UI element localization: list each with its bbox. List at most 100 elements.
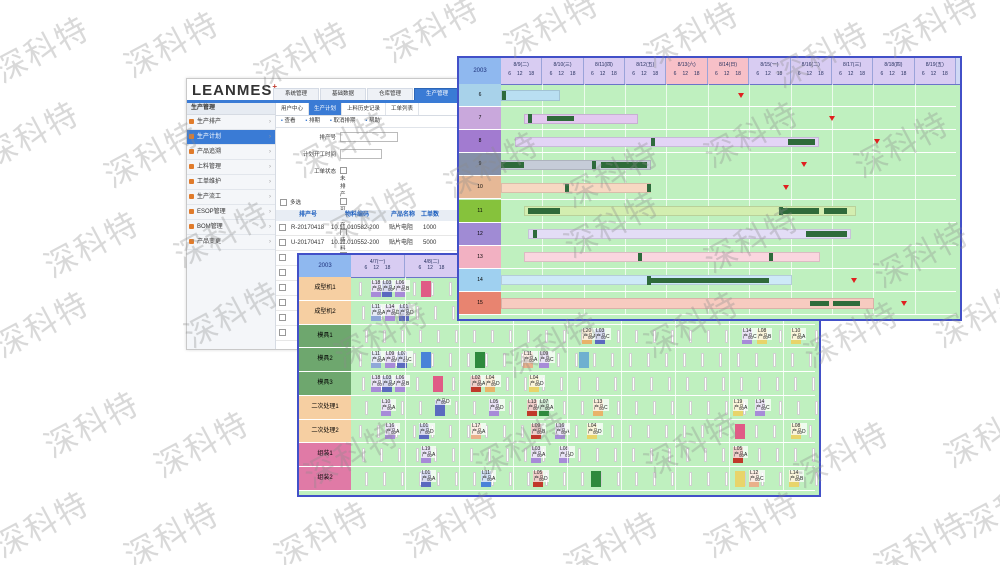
sidebar-item-label: 生产排产 [197, 119, 222, 125]
table-header-check [276, 210, 288, 221]
idle-slot [359, 282, 362, 296]
sidebar-item[interactable]: 上料管理 › [187, 160, 275, 175]
task-text: L04 产品D [485, 375, 501, 388]
day-label: 8/18(四) [884, 62, 903, 68]
order-bar[interactable] [523, 113, 638, 124]
idle-slot [791, 353, 794, 368]
order-marker [778, 206, 783, 216]
idle-slot [725, 472, 728, 486]
hour-label: 18 [942, 71, 948, 77]
day-header: 8/16(二) 6 12 18 [790, 58, 832, 84]
order-gantt-panel: 2003 8/9(二) 6 12 18 8/10(三) 6 12 18 8/11(四) 6 12 18… [457, 56, 962, 321]
tab[interactable]: 生产计划 [309, 103, 343, 115]
task-text: L05 产品A [733, 446, 749, 459]
task-product: 产品A [482, 476, 496, 483]
tab[interactable]: 上料历史记录 [342, 103, 387, 115]
row-checkbox[interactable] [279, 253, 286, 261]
row-checkbox[interactable] [279, 313, 286, 321]
toolbar-button[interactable]: 帮助 [361, 116, 386, 127]
row-divider [501, 290, 956, 292]
chevron-right-icon: › [269, 239, 271, 245]
tab[interactable]: 用户中心 [276, 103, 310, 115]
task-text: L06 产品B [395, 375, 411, 388]
row-divider [501, 106, 956, 108]
row-checkbox[interactable] [279, 268, 286, 276]
order-label: 9 [459, 153, 501, 177]
sidebar-item-label: 产品变更 [197, 239, 222, 245]
idle-slot [722, 377, 725, 391]
order-bar[interactable] [528, 229, 852, 240]
hour-label: 12 [930, 71, 937, 77]
order-bar[interactable] [501, 90, 561, 101]
hour-ticks: 6 12 18 [791, 71, 831, 77]
watermark-text: 深科特 [117, 494, 226, 565]
multi-select-label: 多选 [290, 200, 302, 206]
order-bar[interactable] [501, 182, 652, 194]
idle-slot [611, 424, 614, 439]
plan-time-input[interactable] [340, 149, 382, 159]
idle-slot [797, 400, 800, 415]
toolbar-button[interactable]: 排期 [301, 116, 326, 127]
row-checkbox[interactable] [279, 238, 286, 246]
toolbar-button[interactable]: 取消排期 [325, 116, 361, 127]
idle-slot [779, 472, 782, 486]
row-checkbox[interactable] [279, 298, 286, 306]
order-bar[interactable] [514, 136, 820, 147]
hour-label: 12 [847, 71, 854, 77]
idle-slot [812, 377, 815, 391]
status-checkbox[interactable] [340, 198, 347, 205]
task-product: 产品A [792, 333, 806, 340]
sidebar-item[interactable]: ESOP管理 › [187, 205, 275, 220]
row-checkbox[interactable] [279, 328, 286, 336]
hour-label: 18 [652, 71, 659, 77]
sidebar-item[interactable]: 生产流工 › [187, 190, 275, 205]
due-date-marker-icon [737, 92, 744, 98]
task-text: L09 产品C [539, 351, 555, 364]
hour-label: 12 [889, 71, 895, 77]
tab[interactable]: 工单列表 [386, 103, 420, 115]
idle-slot [434, 305, 437, 320]
menu-icon [189, 179, 194, 184]
sidebar-item[interactable]: 生产计划 › [187, 130, 275, 145]
toolbar-button[interactable]: 查看 [276, 116, 301, 127]
task-product: 产品A [372, 357, 386, 364]
sidebar-item[interactable]: 产品追溯 › [187, 145, 275, 160]
row-checkbox[interactable] [279, 223, 286, 231]
table-row[interactable]: R-20170418 10.11.010582-200 贴片电阻 1000 [276, 221, 487, 236]
sidebar-item[interactable]: 产品变更 › [187, 235, 275, 250]
idle-slot [725, 329, 728, 344]
order-bar[interactable] [523, 252, 820, 263]
day-label: 8/10(三) [553, 62, 572, 68]
idle-slot [815, 329, 818, 344]
idle-slot [509, 400, 512, 415]
task-product: 产品B [790, 476, 804, 483]
idle-slot [431, 353, 434, 368]
day-label: 8/9(二) [513, 62, 529, 68]
day-header: 8/15(一) 6 12 18 [749, 58, 791, 84]
idle-slot [701, 353, 704, 368]
order-marker [651, 137, 656, 146]
multi-select[interactable]: 多选 [280, 198, 302, 207]
task-bar [735, 423, 745, 440]
sidebar-item[interactable]: 工单维护 › [187, 175, 275, 190]
table-row[interactable]: U-20170417 10.11.010552-200 贴片电阻 5000 [276, 236, 487, 251]
day-label: 8/14(日) [718, 62, 738, 68]
menu-icon [189, 134, 194, 139]
order-marker [564, 183, 569, 193]
sidebar-item-label: 生产流工 [197, 194, 222, 200]
idle-slot [401, 472, 404, 486]
multi-select-checkbox[interactable] [280, 199, 287, 207]
order-label: 11 [459, 199, 501, 223]
order-input[interactable] [340, 132, 398, 142]
row-checkbox[interactable] [279, 283, 286, 291]
status-label: 工单状态 [313, 169, 336, 175]
status-checkbox[interactable] [340, 167, 347, 174]
idle-slot [725, 400, 728, 415]
idle-slot [362, 448, 365, 463]
day-label: 8/12(五) [636, 62, 655, 68]
sidebar-item[interactable]: 生产排产 › [187, 115, 275, 130]
hour-label: 6 [880, 71, 884, 77]
status-option[interactable]: 未排产 [340, 167, 348, 198]
sidebar-item[interactable]: BOM管理 › [187, 220, 275, 235]
idle-slot [614, 448, 617, 463]
